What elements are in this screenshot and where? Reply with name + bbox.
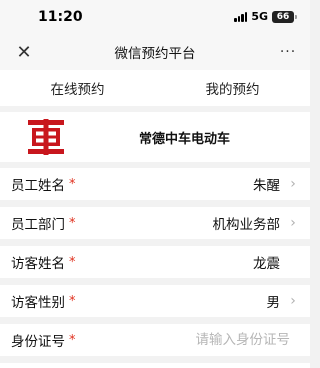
field-label: 员工部门: [11, 217, 65, 233]
required-mark: *: [69, 176, 76, 192]
chevron-right-icon: ›: [290, 293, 296, 309]
visitor-gender-field[interactable]: 访客性别 * 男 ›: [0, 285, 310, 317]
field-value: 机构业务部: [212, 217, 281, 233]
field-label: 访客性别: [11, 295, 65, 311]
company-name: 常德中车电动车: [139, 132, 231, 147]
status-bar: 11:20 5G 66: [0, 0, 310, 34]
company-header: 常德中车电动车: [0, 112, 310, 162]
nav-bar: ✕ 微信预约平台 ···: [0, 34, 310, 70]
battery-level: 66: [276, 11, 290, 22]
id-number-input[interactable]: [140, 332, 290, 348]
tab-online-booking[interactable]: 在线预约: [0, 70, 155, 106]
chevron-right-icon: ›: [290, 215, 296, 231]
field-label: 员工姓名: [11, 178, 65, 194]
required-mark: *: [69, 254, 76, 270]
employee-name-field[interactable]: 员工姓名 * 朱醒 ›: [0, 168, 310, 200]
page-title: 微信预约平台: [114, 46, 196, 62]
battery-icon: 66: [272, 10, 297, 23]
field-value: 朱醒: [253, 178, 280, 194]
booking-form: 员工姓名 * 朱醒 › 员工部门 * 机构业务部 › 访客姓名 * 龙震 访客性…: [0, 168, 310, 368]
company-logo-icon: [28, 119, 64, 155]
id-number-field: 身份证号 *: [0, 324, 310, 356]
signal-icon: [234, 11, 248, 22]
tab-my-bookings[interactable]: 我的预约: [155, 70, 310, 106]
field-label: 访客姓名: [11, 256, 65, 272]
field-value: 男: [266, 295, 281, 311]
status-indicators: 5G 66: [234, 10, 297, 23]
more-icon[interactable]: ···: [278, 42, 298, 62]
required-mark: *: [69, 215, 76, 231]
next-field-partial: [0, 363, 310, 368]
required-mark: *: [69, 293, 76, 309]
required-mark: *: [69, 332, 76, 348]
field-label: 身份证号: [11, 334, 65, 350]
tab-bar: 在线预约 我的预约: [0, 70, 310, 106]
visitor-name-field[interactable]: 访客姓名 * 龙震: [0, 246, 310, 278]
close-icon[interactable]: ✕: [14, 42, 34, 63]
network-type: 5G: [251, 10, 268, 23]
field-value: 龙震: [253, 256, 280, 272]
employee-department-field[interactable]: 员工部门 * 机构业务部 ›: [0, 207, 310, 239]
chevron-right-icon: ›: [290, 176, 296, 192]
status-time: 11:20: [38, 9, 83, 25]
